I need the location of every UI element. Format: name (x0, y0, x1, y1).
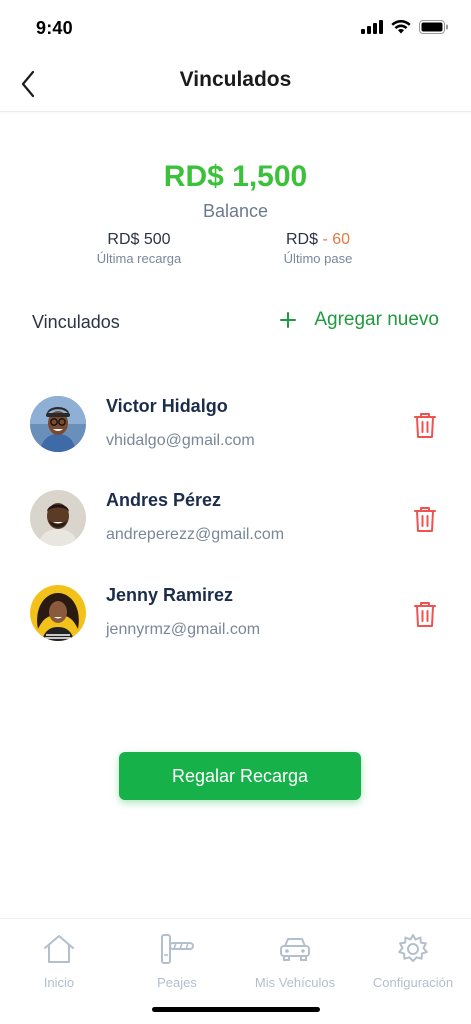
tab-peajes[interactable]: Peajes (118, 933, 236, 990)
status-time: 9:40 (36, 18, 73, 38)
linked-section-title: Vinculados (32, 312, 120, 332)
plus-icon (280, 312, 297, 328)
contact-name: Andres Pérez (106, 490, 222, 510)
toll-barrier-icon (161, 934, 194, 964)
delete-button[interactable] (410, 502, 440, 536)
home-indicator (152, 1007, 320, 1012)
gear-icon (398, 934, 428, 962)
list-item[interactable]: Andres Pérez andreperezz@gmail.com (30, 490, 440, 550)
tab-inicio[interactable]: Inicio (0, 933, 118, 990)
tab-label: Configuración (372, 975, 454, 990)
page-title: Vinculados (179, 68, 292, 91)
list-item[interactable]: Jenny Ramirez jennyrmz@gmail.com (30, 585, 440, 645)
wifi-icon (391, 20, 411, 34)
trash-icon (414, 602, 436, 627)
list-item[interactable]: Victor Hidalgo vhidalgo@gmail.com (30, 396, 440, 456)
tab-label: Inicio (43, 975, 75, 990)
trash-icon (414, 507, 436, 532)
car-icon (280, 938, 310, 961)
tab-label: Peajes (157, 975, 197, 990)
contact-name: Victor Hidalgo (106, 396, 228, 416)
tab-configuracion[interactable]: Configuración (354, 933, 471, 990)
contact-email: andreperezz@gmail.com (106, 526, 285, 543)
navigation-bar: Vinculados (0, 56, 471, 112)
last-toll-value: - 60 (322, 231, 351, 248)
avatar (30, 585, 86, 641)
avatar (30, 490, 86, 546)
last-recharge-value: RD$ 500 (107, 231, 171, 248)
last-toll-currency: RD$ (285, 231, 318, 248)
status-icons (361, 20, 449, 34)
home-icon (44, 935, 74, 963)
contact-email: jennyrmz@gmail.com (106, 621, 261, 638)
tab-mis-vehiculos[interactable]: Mis Vehículos (236, 933, 354, 990)
trash-icon (414, 413, 436, 438)
signal-icon (361, 20, 383, 34)
last-recharge-label: Última recarga (96, 251, 182, 266)
balance-amount: RD$ 1,500 (163, 160, 308, 193)
last-toll-value-row: RD$ - 60 (238, 231, 398, 249)
add-new-button[interactable]: Agregar nuevo (280, 309, 439, 331)
gift-recharge-button[interactable]: Regalar Recarga (119, 752, 361, 800)
delete-button[interactable] (410, 408, 440, 442)
delete-button[interactable] (410, 597, 440, 631)
avatar (30, 396, 86, 452)
tab-label: Mis Vehículos (254, 975, 336, 990)
contact-name: Jenny Ramirez (106, 585, 234, 605)
status-bar: 9:40 (0, 0, 471, 56)
add-new-label: Agregar nuevo (314, 309, 439, 330)
contact-email: vhidalgo@gmail.com (106, 432, 255, 449)
balance-label: Balance (202, 201, 269, 221)
last-toll-stat: RD$ - 60 Último pase (238, 231, 398, 266)
last-recharge-stat: RD$ 500 Última recarga (59, 231, 219, 266)
last-toll-label: Último pase (283, 251, 353, 266)
battery-icon (419, 20, 448, 34)
